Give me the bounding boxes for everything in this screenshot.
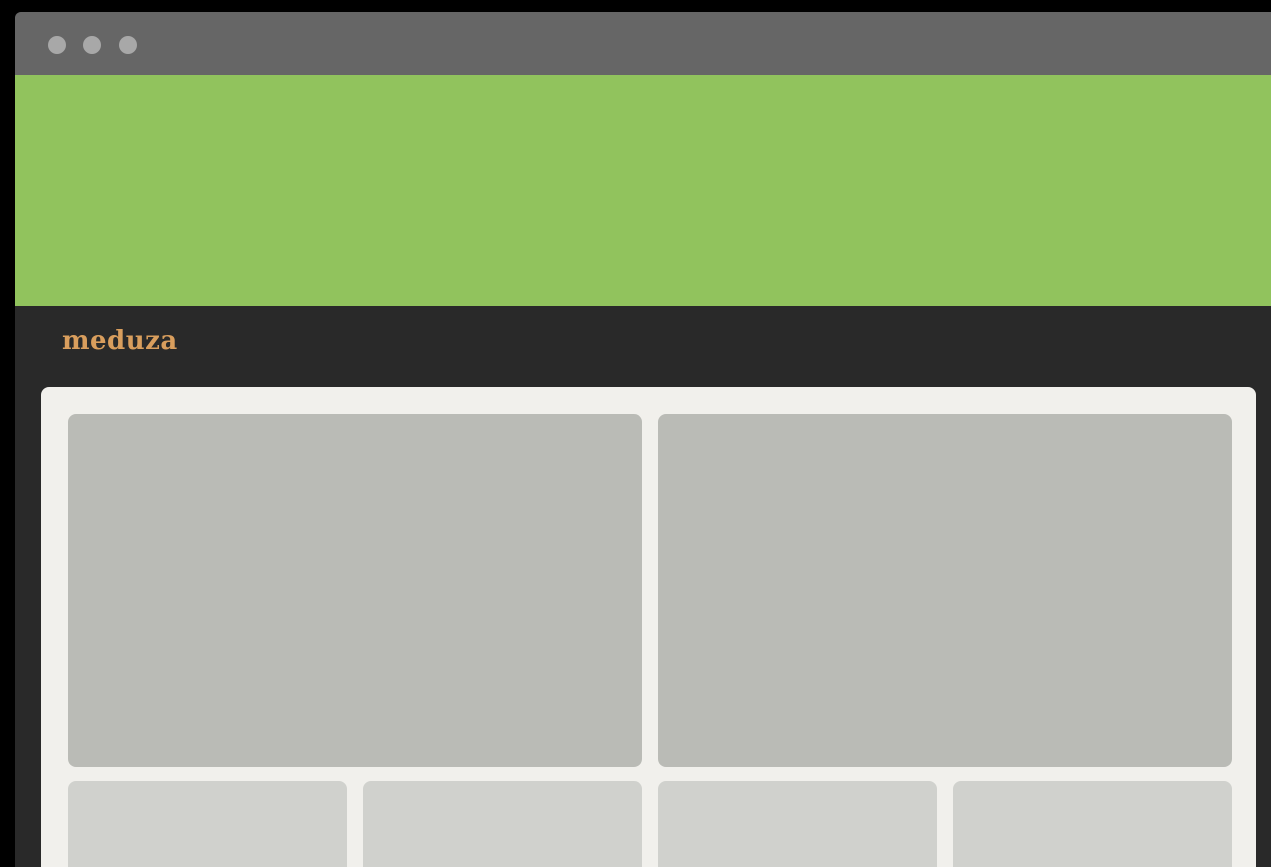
card-placeholder[interactable] [363,781,642,867]
featured-card-placeholder[interactable] [658,414,1232,767]
window-titlebar [15,12,1271,75]
card-placeholder[interactable] [658,781,937,867]
site-logo[interactable]: meduza [62,326,178,356]
maximize-window-button[interactable] [119,36,137,54]
featured-card-placeholder[interactable] [68,414,642,767]
minimize-window-button[interactable] [83,36,101,54]
content-area [41,387,1256,867]
card-placeholder[interactable] [953,781,1232,867]
top-banner [15,75,1271,306]
close-window-button[interactable] [48,36,66,54]
site-header: meduza [15,306,1271,386]
browser-window: meduza [15,12,1271,867]
card-placeholder[interactable] [68,781,347,867]
